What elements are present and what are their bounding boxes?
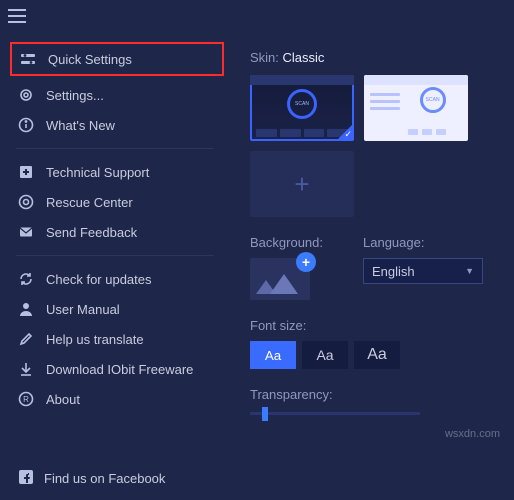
sidebar-item-label: Help us translate	[46, 332, 144, 347]
language-value: English	[372, 264, 415, 279]
plus-badge-icon[interactable]: +	[296, 252, 316, 272]
sidebar-item-about[interactable]: R About	[0, 384, 230, 414]
sidebar-item-send-feedback[interactable]: Send Feedback	[0, 217, 230, 247]
sidebar-item-label: User Manual	[46, 302, 120, 317]
scan-ring: SCAN	[420, 87, 446, 113]
info-icon	[18, 117, 34, 133]
sidebar-item-technical-support[interactable]: Technical Support	[0, 157, 230, 187]
language-label: Language:	[363, 235, 483, 250]
download-icon	[18, 361, 34, 377]
sidebar-item-label: About	[46, 392, 80, 407]
skin-thumb-classic[interactable]: SCAN	[250, 75, 354, 141]
skin-thumb-light[interactable]: SCAN	[364, 75, 468, 141]
registered-icon: R	[18, 391, 34, 407]
sidebar-item-label: Check for updates	[46, 272, 152, 287]
font-size-label: Font size:	[250, 318, 504, 333]
edit-icon	[18, 331, 34, 347]
skin-value: Classic	[283, 50, 325, 65]
chevron-down-icon: ▼	[465, 266, 474, 276]
sidebar-item-label: Rescue Center	[46, 195, 133, 210]
language-select[interactable]: English ▼	[363, 258, 483, 284]
watermark: wsxdn.com	[445, 428, 500, 440]
sidebar-item-quick-settings[interactable]: Quick Settings	[12, 44, 222, 74]
facebook-icon	[18, 469, 34, 488]
user-icon	[18, 301, 34, 317]
main-panel: Skin: Classic SCAN SCAN +	[230, 32, 514, 415]
divider	[16, 255, 214, 256]
background-label: Background:	[250, 235, 323, 250]
footer-label: Find us on Facebook	[44, 471, 165, 486]
footer-facebook[interactable]: Find us on Facebook	[18, 469, 165, 488]
sidebar-item-label: Download IObit Freeware	[46, 362, 193, 377]
transparency-label: Transparency:	[250, 387, 504, 402]
mail-icon	[18, 224, 34, 240]
background-thumb[interactable]: +	[250, 258, 310, 300]
sidebar-item-settings[interactable]: Settings...	[0, 80, 230, 110]
plus-icon: +	[294, 169, 309, 200]
lifebuoy-icon	[18, 194, 34, 210]
skin-thumb-add[interactable]: +	[250, 151, 354, 217]
font-size-large[interactable]: Aa	[354, 341, 400, 369]
sidebar-item-help-translate[interactable]: Help us translate	[0, 324, 230, 354]
gear-icon	[18, 87, 34, 103]
divider	[16, 148, 214, 149]
sidebar-item-label: What's New	[46, 118, 115, 133]
check-icon	[336, 123, 354, 141]
sidebar-item-whats-new[interactable]: What's New	[0, 110, 230, 140]
sidebar-item-label: Settings...	[46, 88, 104, 103]
sidebar-item-check-updates[interactable]: Check for updates	[0, 264, 230, 294]
slider-thumb[interactable]	[262, 407, 268, 421]
sidebar-item-label: Send Feedback	[46, 225, 137, 240]
sidebar-item-download-freeware[interactable]: Download IObit Freeware	[0, 354, 230, 384]
menu-icon[interactable]	[8, 9, 26, 23]
skin-label: Skin:	[250, 50, 279, 65]
font-size-small[interactable]: Aa	[250, 341, 296, 369]
sidebar-item-rescue-center[interactable]: Rescue Center	[0, 187, 230, 217]
font-size-group: Aa Aa Aa	[250, 341, 504, 369]
sidebar-item-label: Technical Support	[46, 165, 149, 180]
sliders-icon	[20, 51, 36, 67]
font-size-medium[interactable]: Aa	[302, 341, 348, 369]
sidebar-item-user-manual[interactable]: User Manual	[0, 294, 230, 324]
skin-label-row: Skin: Classic	[250, 50, 504, 65]
transparency-slider[interactable]	[250, 412, 420, 415]
svg-text:R: R	[23, 395, 29, 404]
highlight-box: Quick Settings	[10, 42, 224, 76]
refresh-icon	[18, 271, 34, 287]
sidebar-item-label: Quick Settings	[48, 52, 132, 67]
plus-square-icon	[18, 164, 34, 180]
scan-ring: SCAN	[287, 89, 317, 119]
sidebar: Quick Settings Settings... What's New Te…	[0, 32, 230, 415]
